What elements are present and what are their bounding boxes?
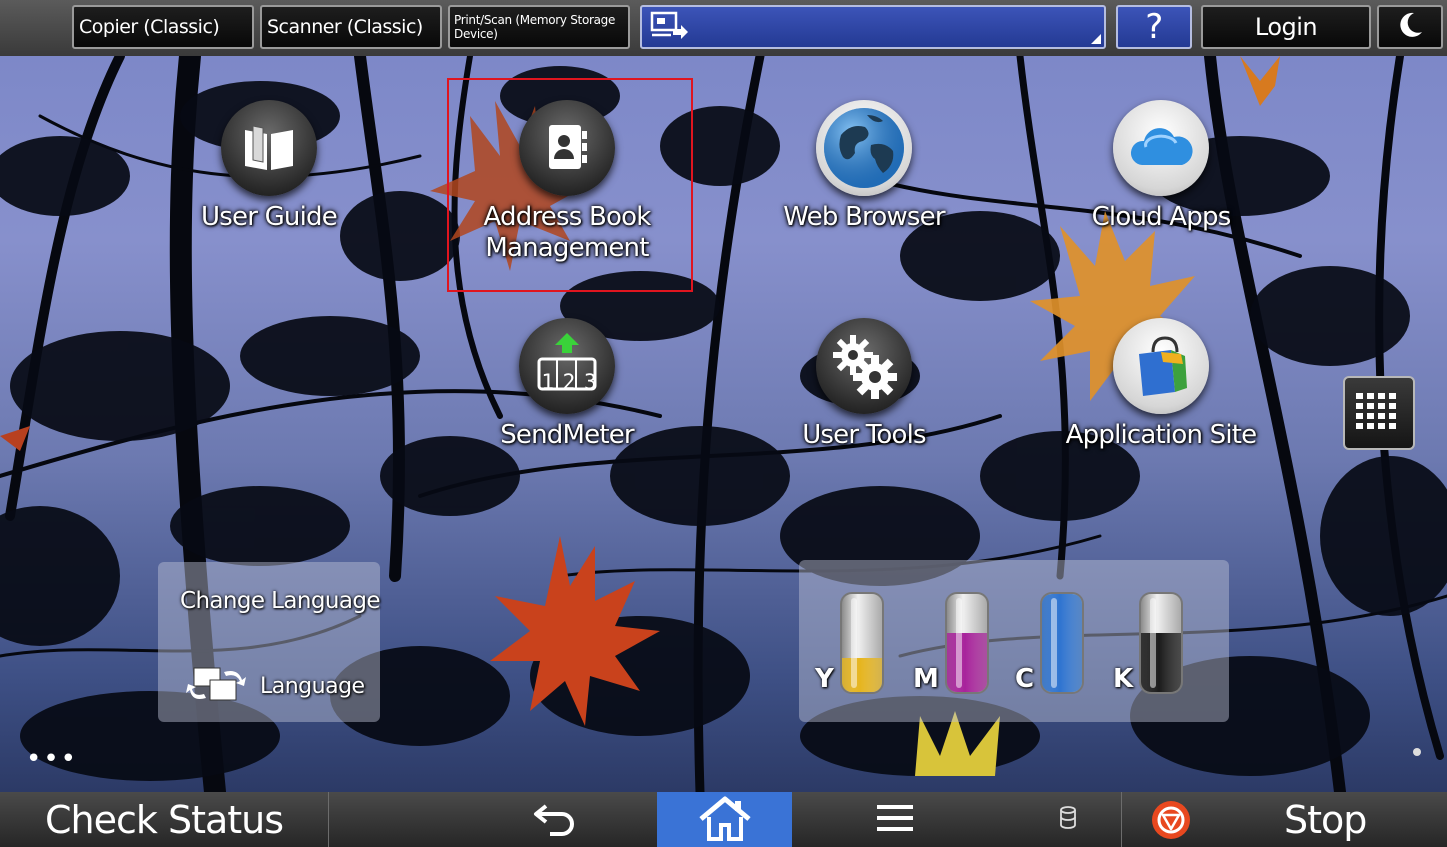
- stop-label: Stop: [1284, 798, 1367, 842]
- app-sendmeter-label: SendMeter: [500, 420, 634, 450]
- globe-icon: [816, 100, 912, 196]
- toner-magenta-tube: [944, 592, 989, 694]
- grid-icon: [1354, 391, 1404, 435]
- toner-yellow-tube: [839, 592, 884, 694]
- tab-print-scan-memory-label: Print/Scan (Memory Storage Device): [454, 13, 616, 41]
- help-button[interactable]: ?: [1116, 5, 1192, 49]
- toner-level-widget[interactable]: Y M C K: [799, 560, 1229, 722]
- login-button-label: Login: [1254, 13, 1318, 41]
- screen-switch-icon: [649, 9, 691, 46]
- tab-print-scan-memory[interactable]: Print/Scan (Memory Storage Device): [448, 5, 630, 49]
- cloud-icon: [1113, 100, 1209, 196]
- change-language-widget: Change Language Language: [158, 562, 380, 722]
- book-icon: [221, 100, 317, 196]
- toner-cyan-letter: C: [1015, 664, 1035, 694]
- change-language-title: Change Language: [180, 588, 380, 614]
- app-cloud-apps[interactable]: Cloud Apps: [1051, 100, 1271, 233]
- language-button-label: Language: [260, 673, 365, 699]
- app-cloud-apps-label: Cloud Apps: [1091, 202, 1232, 232]
- toner-yellow-letter: Y: [815, 664, 834, 694]
- tab-copier-classic-label: Copier (Classic): [79, 16, 220, 38]
- hamburger-icon: [875, 802, 915, 838]
- bottom-bar: Check Status Stop: [0, 792, 1447, 847]
- app-list-button[interactable]: [1343, 376, 1415, 450]
- tab-scanner-classic-label: Scanner (Classic): [267, 16, 423, 38]
- toner-magenta: M: [913, 592, 989, 694]
- language-button[interactable]: Language: [186, 662, 365, 710]
- tab-scanner-classic[interactable]: Scanner (Classic): [260, 5, 442, 49]
- gears-icon: [816, 318, 912, 414]
- app-application-site-label: Application Site: [1065, 420, 1257, 450]
- back-button[interactable]: [490, 792, 620, 847]
- screen-switch-bar[interactable]: [640, 5, 1106, 49]
- app-sendmeter[interactable]: 1 2 3 SendMeter: [457, 318, 677, 451]
- app-user-guide-label: User Guide: [201, 202, 338, 232]
- data-in-indicator: [1040, 792, 1096, 847]
- home-icon: [697, 795, 753, 845]
- toner-black-letter: K: [1113, 664, 1134, 694]
- top-bar: Copier (Classic) Scanner (Classic) Print…: [0, 0, 1447, 56]
- back-arrow-icon: [532, 800, 578, 840]
- toner-black: K: [1113, 592, 1184, 694]
- corner-triangle-icon: [1091, 34, 1101, 44]
- address-book-icon: [519, 100, 615, 196]
- app-address-book-management-label: Address Book Management: [483, 202, 652, 263]
- toner-magenta-letter: M: [913, 664, 939, 694]
- divider: [328, 792, 329, 847]
- toner-cyan-tube: [1040, 592, 1085, 694]
- menu-button[interactable]: [830, 792, 960, 847]
- app-user-tools-label: User Tools: [802, 420, 926, 450]
- language-switch-icon: [186, 662, 250, 710]
- energy-saver-button[interactable]: [1377, 5, 1443, 49]
- login-button[interactable]: Login: [1201, 5, 1371, 49]
- page-indicator-dots[interactable]: •••: [26, 744, 78, 774]
- app-web-browser[interactable]: Web Browser: [754, 100, 974, 233]
- sendmeter-digits: 1 2 3: [541, 370, 596, 394]
- check-status-button[interactable]: Check Status: [0, 792, 328, 847]
- home-button[interactable]: [657, 792, 792, 847]
- stop-icon: [1150, 800, 1192, 844]
- app-web-browser-label: Web Browser: [783, 202, 945, 232]
- app-application-site[interactable]: Application Site: [1051, 318, 1271, 451]
- app-address-book-management[interactable]: Address Book Management: [457, 100, 677, 264]
- sendmeter-icon: 1 2 3: [519, 318, 615, 414]
- stop-button[interactable]: Stop: [1122, 792, 1447, 847]
- shopping-bag-icon: [1113, 318, 1209, 414]
- toner-cyan: C: [1015, 592, 1085, 694]
- check-status-label: Check Status: [44, 797, 284, 842]
- tab-copier-classic[interactable]: Copier (Classic): [72, 5, 254, 49]
- moon-icon: [1395, 10, 1425, 45]
- app-user-guide[interactable]: User Guide: [159, 100, 379, 233]
- toner-yellow: Y: [815, 592, 884, 694]
- app-user-tools[interactable]: User Tools: [754, 318, 974, 451]
- toner-black-tube: [1139, 592, 1184, 694]
- database-icon: [1058, 805, 1078, 835]
- help-button-label: ?: [1145, 7, 1163, 47]
- home-screen: User Guide Address Book Management Web B…: [0, 56, 1447, 792]
- page-indicator-dot: [1413, 748, 1421, 756]
